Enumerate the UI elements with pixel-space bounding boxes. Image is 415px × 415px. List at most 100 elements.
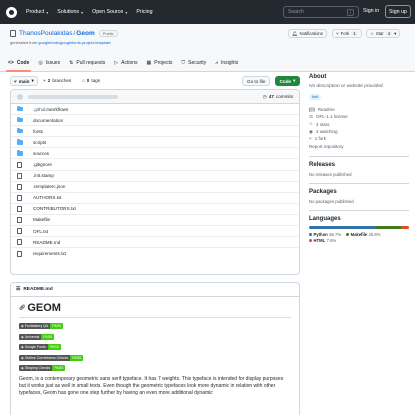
repo-name-link[interactable]: Geom <box>76 30 94 37</box>
file-name[interactable]: .github/workflows <box>33 107 68 112</box>
sign-in-link[interactable]: Sign in <box>363 8 379 14</box>
fork-icon: ⑂ <box>336 31 339 36</box>
list-icon[interactable]: ☰ <box>16 287 20 292</box>
file-icon <box>17 161 27 168</box>
badge-list: ◈ Fontbakery QA PASS ◈ Universal PASS ◈ Google … <box>19 323 291 371</box>
tab-pull-requests[interactable]: ⇅ Pull requests <box>69 54 105 72</box>
book-icon: 📖︎ <box>309 106 315 112</box>
file-row[interactable]: CONTRIBUTORS.txt <box>11 204 299 215</box>
forks-link[interactable]: ⑂ 1 fork <box>309 135 409 142</box>
file-icon <box>17 239 22 246</box>
go-to-file-button[interactable]: Go to file <box>242 76 271 86</box>
badge-label-text: Google Fonts <box>24 345 46 349</box>
file-name[interactable]: CONTRIBUTORS.txt <box>33 206 76 211</box>
tags-label: tags <box>91 78 101 83</box>
status-badge[interactable]: ◈ Google Fonts PASS <box>19 344 291 350</box>
file-icon <box>17 194 27 201</box>
commits-history-link[interactable]: ◷ 47 commits <box>263 94 293 100</box>
file-name[interactable]: .gitignore <box>33 162 52 167</box>
repo-tabs: <> Code ◎ Issues ⇅ Pull requests ▷ Actions ▦… <box>5 54 247 72</box>
stars-link[interactable]: ☆ 4 stars <box>309 121 409 128</box>
tab-security[interactable]: ⛉ Security <box>181 54 206 72</box>
file-row[interactable]: AUTHORS.txt <box>11 193 299 204</box>
file-name[interactable]: sources <box>33 151 49 156</box>
file-row[interactable]: .init.stamp <box>11 171 299 182</box>
chevron-down-icon[interactable]: ▾ <box>394 31 396 37</box>
file-row[interactable]: fonts <box>11 126 299 138</box>
github-logo-icon[interactable] <box>6 6 17 18</box>
file-name[interactable]: AUTHORS.txt <box>33 195 62 200</box>
status-badge[interactable]: ◈ Outline Correctness Checks PASS <box>19 354 291 361</box>
tab-code[interactable]: <> Code <box>5 54 32 72</box>
bell-icon: 🔔︎ <box>292 30 298 36</box>
file-icon <box>17 183 22 190</box>
search-placeholder: Search <box>288 9 304 15</box>
repo-owner-link[interactable]: ThanosPoulakidas <box>19 30 72 37</box>
nav-solutions[interactable]: Solutions ▾ <box>57 9 83 15</box>
link-icon[interactable]: 🔗︎ <box>19 305 25 311</box>
code-dropdown-button[interactable]: Code ▾ <box>275 76 300 86</box>
badge-label: ◈ Shaping Checks <box>19 365 53 371</box>
releases-heading[interactable]: Releases <box>309 162 409 168</box>
tab-projects[interactable]: ▦ Projects <box>147 54 173 72</box>
file-row[interactable]: requirements.txt <box>11 248 299 259</box>
file-icon <box>17 228 22 235</box>
nav-product[interactable]: Product ▾ <box>26 9 48 15</box>
star-button[interactable]: ☆ Star 4 ▾ <box>366 29 401 38</box>
status-badge[interactable]: ◈ Universal PASS <box>19 333 291 340</box>
badge-logo-icon: ◈ <box>21 345 24 349</box>
file-row[interactable]: README.md <box>11 237 299 249</box>
readme-title: 🔗︎ GEOM <box>19 302 291 318</box>
sign-up-button[interactable]: Sign up <box>385 5 411 18</box>
status-badge[interactable]: ◈ Shaping Checks PASS <box>19 365 291 371</box>
readme-link[interactable]: 📖︎ Readme <box>309 106 409 113</box>
file-name[interactable]: requirements.txt <box>33 251 66 256</box>
file-name[interactable]: Makefile <box>33 217 50 222</box>
file-name[interactable]: .templaterc.json <box>33 184 65 189</box>
tab-insights[interactable]: ⩘ Insights <box>215 54 238 72</box>
template-link[interactable]: googlefonts/googlefonts-project-template <box>38 40 111 45</box>
file-row[interactable]: documentation <box>11 115 299 127</box>
tab-issues[interactable]: ◎ Issues <box>38 54 60 72</box>
license-link[interactable]: ⚖ OFL-1.1 license <box>309 113 409 120</box>
visibility-badge: Public <box>98 30 118 37</box>
topic-tag[interactable]: font <box>309 94 322 100</box>
nav-pricing[interactable]: Pricing <box>136 9 152 15</box>
tags-link[interactable]: ⌂ 0 tags <box>82 78 100 83</box>
branches-link[interactable]: ⑂ 2 branches <box>43 78 71 83</box>
badge-value: PASS <box>47 344 61 350</box>
file-row[interactable]: .templaterc.json <box>11 182 299 193</box>
language-item[interactable]: Makefile 25.6% <box>346 232 380 237</box>
file-row[interactable]: .gitignore <box>11 159 299 171</box>
file-name[interactable]: OFL.txt <box>33 229 48 234</box>
language-item[interactable]: HTML 7.6% <box>309 238 336 243</box>
fork-button[interactable]: ⑂ Fork 1 <box>332 29 362 38</box>
report-repository-link[interactable]: Report repository <box>309 142 409 149</box>
badge-label: ◈ Outline Correctness Checks <box>19 354 71 361</box>
nav-open-source[interactable]: Open Source ▾ <box>92 9 127 15</box>
file-row[interactable]: Makefile <box>11 215 299 227</box>
notifications-button[interactable]: 🔔︎ Notifications <box>288 29 327 38</box>
search-input[interactable]: Search / <box>283 6 359 18</box>
tab-actions[interactable]: ▷ Actions <box>114 54 137 72</box>
file-name[interactable]: scripts <box>33 140 46 145</box>
packages-heading[interactable]: Packages <box>309 189 409 195</box>
branch-select-button[interactable]: ⑂ main ▾ <box>10 76 38 86</box>
nav-product-label: Product <box>26 9 45 15</box>
shield-icon: ⛉ <box>181 60 186 66</box>
repo-header: ThanosPoulakidas / Geom Public generated… <box>0 24 415 72</box>
file-icon <box>17 205 27 212</box>
file-row[interactable]: OFL.txt <box>11 226 299 238</box>
file-name[interactable]: README.md <box>33 240 60 245</box>
watching-link[interactable]: ◉ 2 watching <box>309 128 409 135</box>
folder-icon <box>17 139 27 145</box>
file-row[interactable]: .github/workflows <box>11 104 299 116</box>
file-name[interactable]: documentation <box>33 118 63 123</box>
file-row[interactable]: sources <box>11 148 299 160</box>
file-name[interactable]: fonts <box>33 129 43 134</box>
language-item[interactable]: Python 66.7% <box>309 232 341 237</box>
chevron-down-icon: ▾ <box>31 78 34 83</box>
file-row[interactable]: scripts <box>11 137 299 149</box>
file-name[interactable]: .init.stamp <box>33 173 54 178</box>
status-badge[interactable]: ◈ Fontbakery QA PASS <box>19 323 291 329</box>
